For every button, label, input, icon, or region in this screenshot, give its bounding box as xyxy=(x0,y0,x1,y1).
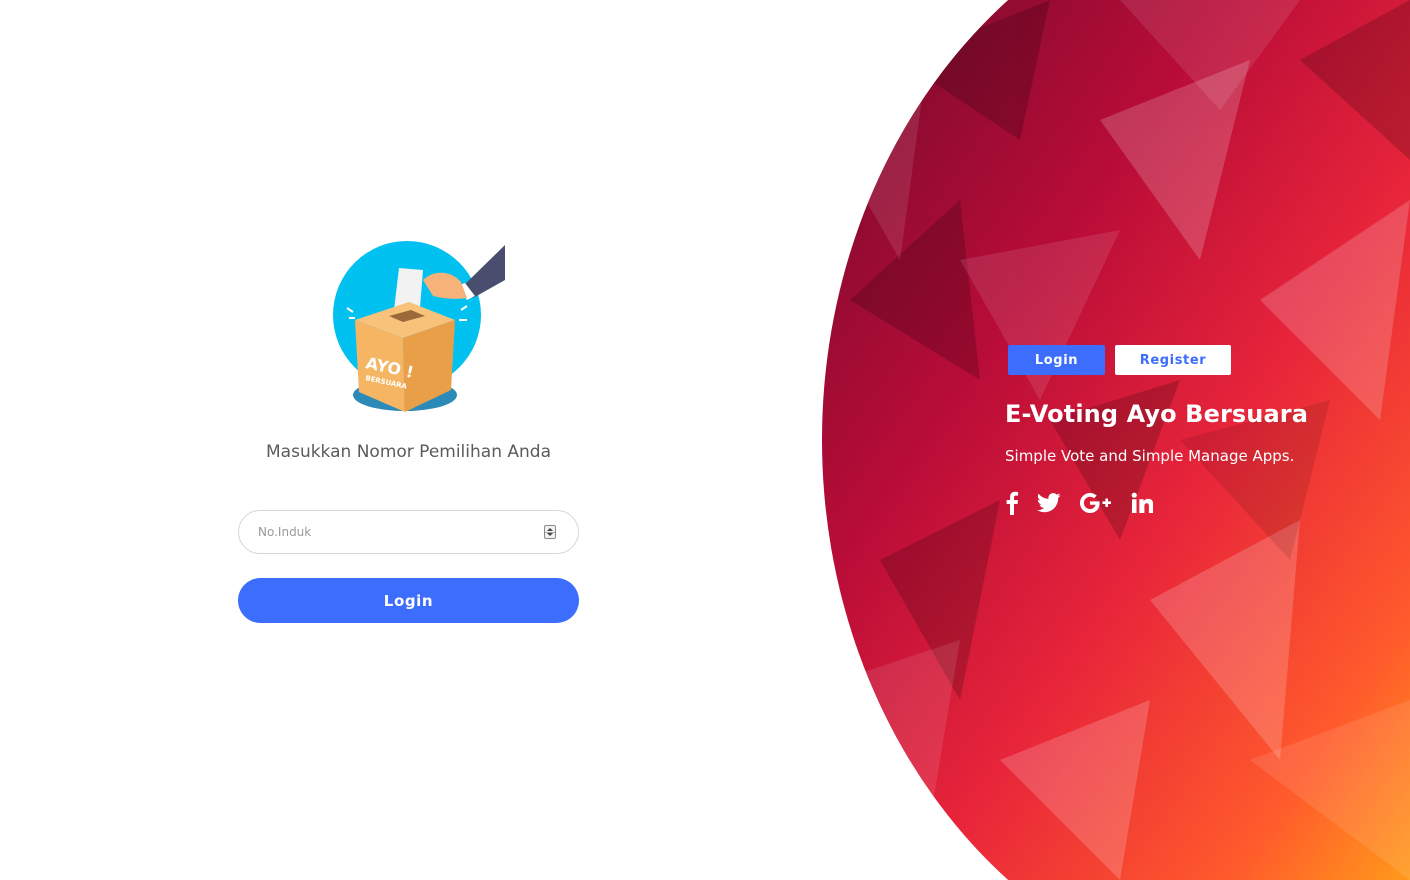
google-plus-icon[interactable] xyxy=(1079,492,1113,514)
ballot-box-logo: AYO ! BERSUARA xyxy=(333,241,505,412)
hero-title: E-Voting Ayo Bersuara xyxy=(1005,400,1308,428)
tab-login[interactable]: Login xyxy=(1008,345,1105,375)
social-links xyxy=(1005,491,1385,515)
linkedin-icon[interactable] xyxy=(1131,492,1153,514)
student-number-input[interactable] xyxy=(258,511,538,553)
hero-subtitle: Simple Vote and Simple Manage Apps. xyxy=(1005,447,1295,465)
spinner-down-icon[interactable] xyxy=(547,533,553,536)
hero-panel: Login Register E-Voting Ayo Bersuara Sim… xyxy=(1005,345,1385,515)
auth-tabs: Login Register xyxy=(1008,345,1385,375)
login-prompt: Masukkan Nomor Pemilihan Anda xyxy=(266,442,551,462)
spinner-up-icon[interactable] xyxy=(547,528,553,531)
facebook-icon[interactable] xyxy=(1005,491,1019,515)
login-button[interactable]: Login xyxy=(238,578,579,623)
tab-register[interactable]: Register xyxy=(1115,345,1231,375)
twitter-icon[interactable] xyxy=(1037,493,1061,513)
number-spinner[interactable] xyxy=(544,525,556,539)
login-page: Login Register E-Voting Ayo Bersuara Sim… xyxy=(0,0,1410,880)
student-number-field xyxy=(238,510,579,554)
